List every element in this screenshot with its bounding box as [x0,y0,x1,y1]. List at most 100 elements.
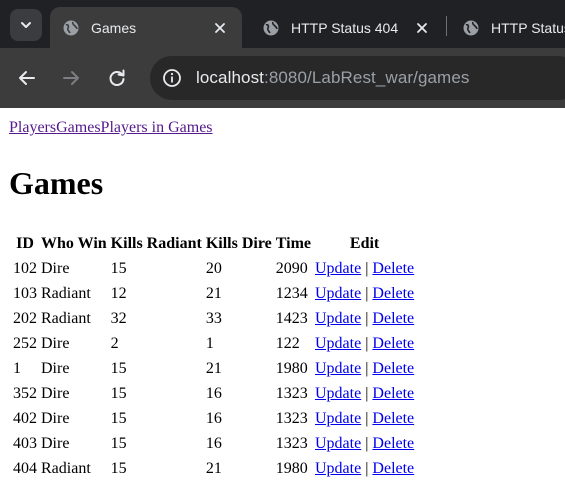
cell-edit: Update | Delete [314,357,415,380]
cell-id: 102 [13,259,37,277]
cell-id: 252 [13,334,37,352]
tab-title: Games [91,19,137,36]
cell-edit: Update | Delete [314,457,415,480]
url-text[interactable]: localhost:8080/LabRest_war/games [196,68,469,88]
back-arrow-icon [19,71,35,85]
delete-link[interactable]: Delete [372,435,414,452]
tab-title: HTTP Status 404 [291,19,399,36]
delete-link[interactable]: Delete [372,410,414,427]
forward-arrow-icon [63,71,79,85]
url-path: :8080/LabRest_war/games [264,68,470,87]
update-link[interactable]: Update [315,335,361,352]
cell-kills-dire: 21 [205,284,222,302]
cell-time: 1980 [275,359,308,377]
update-link[interactable]: Update [315,435,361,452]
header-edit: Edit [349,234,380,252]
cell-kills-radiant: 15 [110,459,127,477]
update-link[interactable]: Update [315,260,361,277]
nav-link-players-in-games[interactable]: Players in Games [101,119,213,136]
cell-who-win: Dire [41,359,70,377]
cell-time: 122 [275,334,300,352]
cell-kills-radiant: 2 [110,334,119,352]
update-link[interactable]: Update [315,460,361,477]
update-link[interactable]: Update [315,360,361,377]
tab-games[interactable]: Games [50,7,242,48]
update-link[interactable]: Update [315,410,361,427]
tab-separator [446,16,447,36]
forward-button[interactable] [57,64,85,92]
cell-who-win: Radiant [41,309,91,327]
cell-edit: Update | Delete [314,382,415,405]
delete-link[interactable]: Delete [372,360,414,377]
tab-http-status-404[interactable]: HTTP Status 404 [250,7,442,48]
link-separator: | [365,259,369,277]
link-separator: | [365,384,369,402]
cell-who-win: Radiant [41,459,91,477]
tab-strip: Games HTTP Status 404 HTTP Status [0,0,565,48]
cell-kills-radiant: 15 [110,359,127,377]
table-header-row: ID Who Win Kills Radiant Kills Dire Time… [12,232,415,255]
reload-button[interactable] [103,64,131,92]
update-link[interactable]: Update [315,285,361,302]
cell-kills-dire: 33 [205,309,222,327]
cell-time: 1323 [275,409,308,427]
table-row: 404 Radiant 15 21 1980 Update | Delete [12,457,415,480]
cell-id: 352 [13,384,37,402]
close-icon[interactable] [212,20,228,36]
link-separator: | [365,434,369,452]
cell-time: 1323 [275,434,308,452]
cell-kills-radiant: 15 [110,384,127,402]
cell-kills-radiant: 15 [110,409,127,427]
delete-link[interactable]: Delete [372,385,414,402]
cell-time: 1234 [275,284,308,302]
cell-id: 1 [13,359,21,377]
browser-chrome: Games HTTP Status 404 HTTP Status localh… [0,0,565,108]
globe-icon [463,20,479,35]
cell-who-win: Dire [41,409,70,427]
header-time: Time [275,234,311,252]
delete-link[interactable]: Delete [372,335,414,352]
back-button[interactable] [13,64,41,92]
delete-link[interactable]: Delete [372,310,414,327]
link-separator: | [365,409,369,427]
page-title: Games [9,165,104,201]
delete-link[interactable]: Delete [372,460,414,477]
update-link[interactable]: Update [315,385,361,402]
cell-kills-radiant: 15 [110,434,127,452]
table-row: 403 Dire 15 16 1323 Update | Delete [12,432,415,455]
cell-kills-dire: 21 [205,359,222,377]
delete-link[interactable]: Delete [372,260,414,277]
cell-edit: Update | Delete [314,332,415,355]
cell-kills-radiant: 12 [110,284,127,302]
table-row: 103 Radiant 12 21 1234 Update | Delete [12,282,415,305]
table-row: 402 Dire 15 16 1323 Update | Delete [12,407,415,430]
globe-icon [63,20,79,35]
cell-kills-dire: 1 [205,334,214,352]
tab-search-button[interactable] [10,9,42,41]
cell-kills-dire: 16 [205,409,222,427]
nav-link-games[interactable]: Games [56,119,100,136]
link-separator: | [365,309,369,327]
table-row: 1 Dire 15 21 1980 Update | Delete [12,357,415,380]
info-icon [163,69,181,87]
close-icon[interactable] [414,20,430,36]
cell-id: 202 [13,309,37,327]
cell-kills-radiant: 32 [110,309,127,327]
header-who-win: Who Win [41,234,107,252]
nav-link-players[interactable]: Players [9,119,56,136]
address-bar[interactable]: localhost:8080/LabRest_war/games [150,56,565,100]
tab-http-status[interactable]: HTTP Status [450,7,565,48]
reload-icon [109,69,125,86]
cell-time: 1323 [275,384,308,402]
cell-who-win: Dire [41,384,70,402]
site-info-button[interactable] [161,67,183,89]
update-link[interactable]: Update [315,310,361,327]
cell-time: 2090 [275,259,308,277]
delete-link[interactable]: Delete [372,285,414,302]
cell-time: 1423 [275,309,308,327]
cell-who-win: Dire [41,334,70,352]
cell-kills-dire: 20 [205,259,222,277]
cell-id: 404 [13,459,37,477]
header-kills-dire: Kills Dire [205,234,272,252]
cell-who-win: Dire [41,434,70,452]
